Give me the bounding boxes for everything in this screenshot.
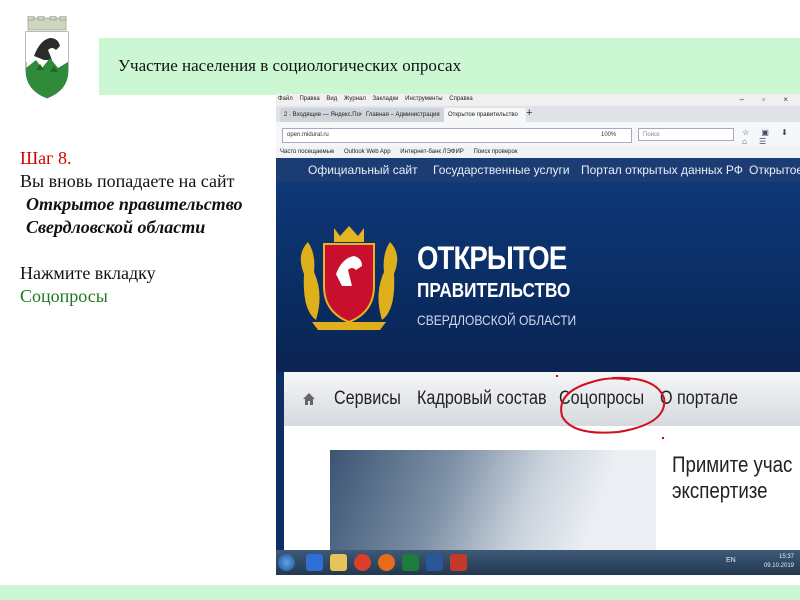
site-banner: ОТКРЫТОЕ ПРАВИТЕЛЬСТВО СВЕРДЛОВСКОЙ ОБЛА… [276,182,800,372]
instruction-panel: Шаг 8. Вы вновь попадаете на сайт Открыт… [20,147,265,308]
sverdlovsk-emblem-logo [300,226,398,330]
ie-icon[interactable] [306,554,323,571]
navigation-toolbar: open.midural.ru 100% Поиск ☆ ▣ ⬇ ⌂ ☰ [276,122,800,146]
bookmark-frequent[interactable]: Часто посещаемые [280,149,334,155]
promo-line1: Примите учас [672,452,793,477]
window-controls[interactable]: – ▫ × [740,95,796,104]
tab-administration[interactable]: Главная – Администрация [362,108,444,122]
excel-icon[interactable] [402,554,419,571]
address-bar[interactable]: open.midural.ru 100% [282,128,632,143]
red-dot [662,437,664,439]
nav-services[interactable]: Сервисы [334,388,401,410]
language-indicator[interactable]: EN [726,557,736,564]
step-label: Шаг 8. [20,148,72,168]
bookmark-outlook[interactable]: Outlook Web App [344,149,391,155]
brand-line3: СВЕРДЛОВСКОЙ ОБЛАСТИ [417,312,577,328]
bookmarks-bar: Часто посещаемые Outlook Web App Интерне… [276,146,800,158]
highlight-circle [560,376,666,434]
slide-footer-bar [0,585,800,600]
brand-line2: ПРАВИТЕЛЬСТВО [417,280,571,302]
bookmark-checks[interactable]: Поиск проверок [473,149,517,155]
site-content: Примите учас экспертизе [284,426,800,550]
website-viewport: Официальный сайт Государственные услуги … [276,158,800,550]
topnav-open[interactable]: Открытое [749,158,800,182]
target-tab-name: Соцопросы [20,286,108,306]
browser-screenshot: Файл Правка Вид Журнал Закладки Инструме… [276,94,800,575]
promo-line2: экспертизе [672,478,768,503]
windows-taskbar: EN 15:37 09.10.2019 [276,550,800,575]
explorer-icon[interactable] [330,554,347,571]
address-url: open.midural.ru [287,132,329,138]
site-name: Открытое правительство Свердловской обла… [26,194,243,237]
clock-time: 15:37 [778,554,794,560]
menu-history[interactable]: Журнал [344,96,366,102]
home-icon[interactable] [302,392,316,406]
new-tab-button[interactable]: + [526,107,532,119]
search-input[interactable]: Поиск [638,128,734,141]
start-button-icon[interactable] [278,554,295,571]
system-clock: 15:37 09.10.2019 [764,553,794,571]
firefox-icon[interactable] [378,554,395,571]
powerpoint-icon[interactable] [450,554,467,571]
brand-line1: ОТКРЫТОЕ [417,240,567,276]
menu-file[interactable]: Файл [278,96,293,102]
menu-bookmarks[interactable]: Закладки [373,96,399,102]
instruction-line1: Вы вновь попадаете на сайт [20,171,235,191]
chrome-icon[interactable] [354,554,371,571]
bookmark-bank[interactable]: Интернет-банк ЛЭФИР [400,149,464,155]
topnav-open-data[interactable]: Портал открытых данных РФ [581,158,743,182]
menu-edit[interactable]: Правка [299,96,319,102]
browser-tab-strip: 2 · Входящие — Яндекс.Почта Главная – Ад… [276,106,800,122]
topnav-gov-services[interactable]: Государственные услуги [433,158,570,182]
promo-title: Примите учас экспертизе [672,452,792,504]
browser-menu-bar: Файл Правка Вид Журнал Закладки Инструме… [276,94,800,106]
topnav-official-site[interactable]: Официальный сайт [308,158,418,182]
site-top-nav: Официальный сайт Государственные услуги … [276,158,800,182]
site-main-nav: Сервисы Кадровый состав Соцопросы О порт… [284,372,800,426]
menu-view[interactable]: Вид [326,96,337,102]
promo-photo [330,450,656,550]
word-icon[interactable] [426,554,443,571]
nav-staff[interactable]: Кадровый состав [417,388,547,410]
menu-help[interactable]: Справка [449,96,473,102]
tab-mail[interactable]: 2 · Входящие — Яндекс.Почта [280,108,362,122]
toolbar-icons[interactable]: ☆ ▣ ⬇ ⌂ ☰ [742,128,800,146]
tab-open-government[interactable]: Открытое правительство [444,108,526,122]
menu-tools[interactable]: Инструменты [405,96,442,102]
slide-title: Участие населения в социологических опро… [118,56,462,75]
red-dot [556,375,558,377]
zoom-level[interactable]: 100% [601,129,616,142]
clock-date: 09.10.2019 [763,563,794,569]
instruction-line2: Нажмите вкладку [20,263,156,283]
coat-of-arms-logo [25,16,69,99]
